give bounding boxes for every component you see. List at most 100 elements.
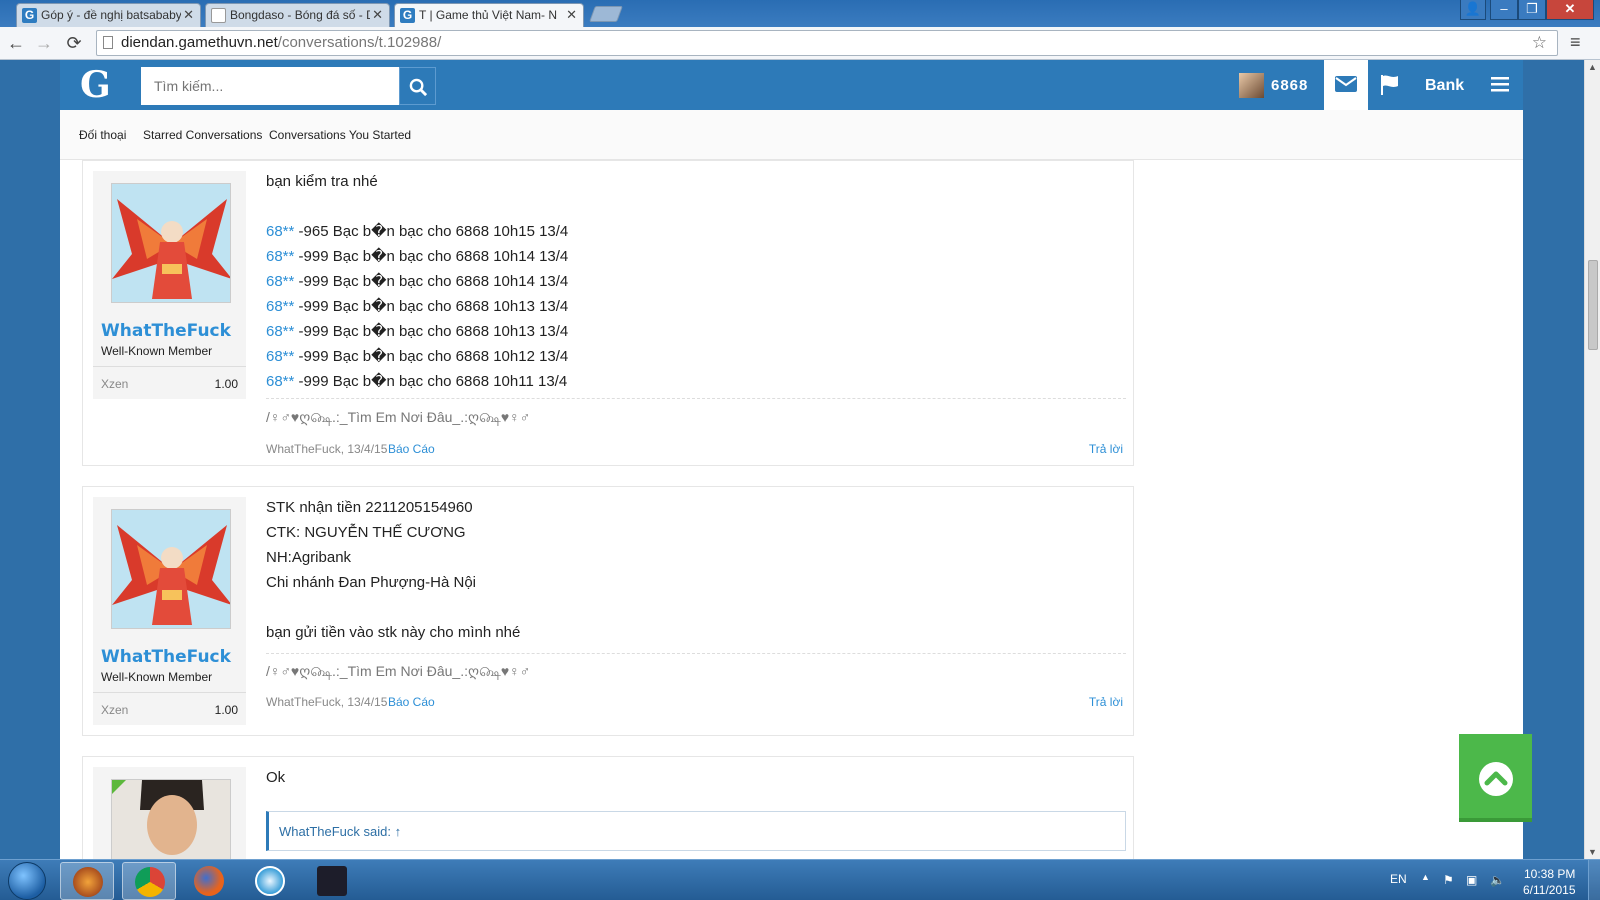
message-line: Chi nhánh Đan Phượng-Hà Nội [266,574,476,591]
browser-tab-3[interactable]: G T | Game thủ Việt Nam- N ✕ [394,3,584,27]
stat-value: 1.00 [214,377,238,391]
search-button[interactable] [399,67,436,105]
site-favicon-icon: G [400,8,415,23]
message-line: NH:Agribank [266,549,352,566]
mu-game-icon [317,866,347,896]
clock-date[interactable]: 6/11/2015 [1523,883,1576,897]
taskbar-game-app[interactable] [60,862,114,900]
message-1: WhatTheFuck Well-Known Member Xzen 1.00 … [82,160,1134,466]
message-meta[interactable]: WhatTheFuck, 13/4/15 [266,695,387,709]
page-scrollbar[interactable]: ▲ ▼ [1584,60,1600,859]
browser-tab-2[interactable]: Bongdaso - Bóng đá số - D ✕ [205,3,390,27]
message-meta[interactable]: WhatTheFuck, 13/4/15 [266,442,387,456]
minimize-icon[interactable]: – [1490,0,1518,20]
user-title: Well-Known Member [101,344,213,358]
maximize-icon[interactable]: ❐ [1518,0,1546,20]
reload-icon[interactable]: ⟳ [62,32,86,54]
clock-time[interactable]: 10:38 PM [1524,867,1575,881]
reply-link[interactable]: Trả lời [1089,442,1123,456]
user-profile-icon[interactable]: 👤 [1460,0,1486,20]
taskbar-mu-app[interactable] [305,862,359,900]
user-info-block: WhatTheFuck Well-Known Member Xzen 1.00 [93,497,246,725]
quote-attribution[interactable]: WhatTheFuck said: ↑ [279,824,401,839]
transaction-line: 68** -999 Bạc b�n bạc cho 6868 10h14 13/… [266,244,568,269]
bookmark-star-icon[interactable]: ☆ [1532,31,1547,55]
avatar-image [112,184,230,302]
message-line [266,595,520,620]
search-icon [409,78,428,97]
stat-value: 1.00 [214,703,238,717]
transaction-code: 68** [266,348,295,365]
avatar[interactable] [111,509,231,629]
transaction-text: -999 Bạc b�n bạc cho 6868 10h13 13/4 [294,298,569,315]
close-icon[interactable]: ✕ [566,7,577,23]
forum-page: G 6868 [60,60,1523,859]
page-favicon-icon [211,8,226,23]
reply-link[interactable]: Trả lời [1089,695,1123,709]
taskbar-chrome[interactable] [122,862,176,900]
username-link[interactable]: WhatTheFuck [101,647,231,667]
avatar-image [112,780,230,859]
report-link[interactable]: Báo Cáo [388,695,435,709]
message-line: CTK: NGUYỄN THẾ CƯƠNG [266,524,466,541]
scroll-down-arrow-icon[interactable]: ▼ [1588,847,1597,857]
show-desktop-button[interactable] [1588,860,1600,900]
scroll-up-arrow-icon[interactable]: ▲ [1588,62,1597,72]
message-2: WhatTheFuck Well-Known Member Xzen 1.00 … [82,486,1134,736]
avatar[interactable] [111,779,231,859]
message-body: STK nhận tiền 2211205154960 CTK: NGUYỄN … [266,495,520,645]
subnav-starred[interactable]: Starred Conversations [143,128,262,142]
username-link[interactable]: WhatTheFuck [101,321,231,341]
site-logo[interactable]: G [80,64,111,106]
transaction-code: 68** [266,273,295,290]
message-body: Ok [266,765,285,790]
report-link[interactable]: Báo Cáo [388,442,435,456]
address-bar[interactable]: diendan.gamethuvn.net/conversations/t.10… [96,30,1558,56]
message-body: bạn kiểm tra nhé 68** -965 Bạc b�n bạc c… [266,169,568,394]
stat-label: Xzen [101,703,129,717]
subnav-started[interactable]: Conversations You Started [269,128,411,142]
tab-title: Bongdaso - Bóng đá số - D [230,8,370,22]
divider [93,692,246,693]
browser-menu-icon[interactable]: ≡ [1570,32,1581,53]
signature-divider [266,653,1126,654]
signature: /♀♂♥ღ௸.:_Tìm Em Nơi Đâu_.:ღ௸♥♀♂ [266,409,531,425]
firefox-icon [194,866,224,896]
user-name: 6868 [1271,77,1309,94]
subnav-conversations[interactable]: Đối thoại [79,128,126,142]
taskbar-firefox[interactable] [182,862,236,900]
language-indicator[interactable]: EN [1390,872,1407,886]
back-to-top-button[interactable] [1459,734,1532,822]
avatar-image [112,510,230,628]
site-header: G 6868 [60,60,1523,110]
transaction-line: 68** -999 Bạc b�n bạc cho 6868 10h11 13/… [266,369,568,394]
volume-icon[interactable]: 🔈 [1490,873,1505,887]
close-icon[interactable]: ✕ [372,7,383,23]
action-center-flag-icon[interactable]: ⚑ [1443,873,1457,887]
message-line: Ok [266,769,286,786]
transaction-text: -965 Bạc b�n bạc cho 6868 10h15 13/4 [294,223,569,240]
show-hidden-icons-icon[interactable]: ▲ [1421,872,1430,882]
site-favicon-icon: G [22,8,37,23]
search-input[interactable] [141,67,399,105]
bank-link[interactable]: Bank [1425,77,1464,95]
window-close-icon[interactable]: ✕ [1546,0,1594,20]
forward-arrow-icon[interactable]: → [32,32,56,54]
chevron-up-icon [1479,762,1513,796]
scrollbar-thumb[interactable] [1588,260,1598,350]
transaction-text: -999 Bạc b�n bạc cho 6868 10h13 13/4 [294,323,569,340]
close-icon[interactable]: ✕ [183,7,194,23]
hamburger-menu-icon[interactable] [1491,76,1509,92]
windows-start-button[interactable] [8,862,46,900]
browser-tab-1[interactable]: G Góp ý - đề nghị batsababy ✕ [16,3,201,27]
network-icon[interactable]: ▣ [1466,873,1480,887]
page-viewport: G 6868 [0,60,1584,859]
transaction-line: 68** -999 Bạc b�n bạc cho 6868 10h14 13/… [266,269,568,294]
avatar[interactable] [111,183,231,303]
taskbar-compass-app[interactable] [243,862,297,900]
transaction-code: 68** [266,323,295,340]
inbox-button[interactable] [1324,60,1368,110]
new-tab-button[interactable] [589,6,623,22]
back-arrow-icon[interactable]: ← [4,32,28,54]
avatar [1239,73,1264,98]
